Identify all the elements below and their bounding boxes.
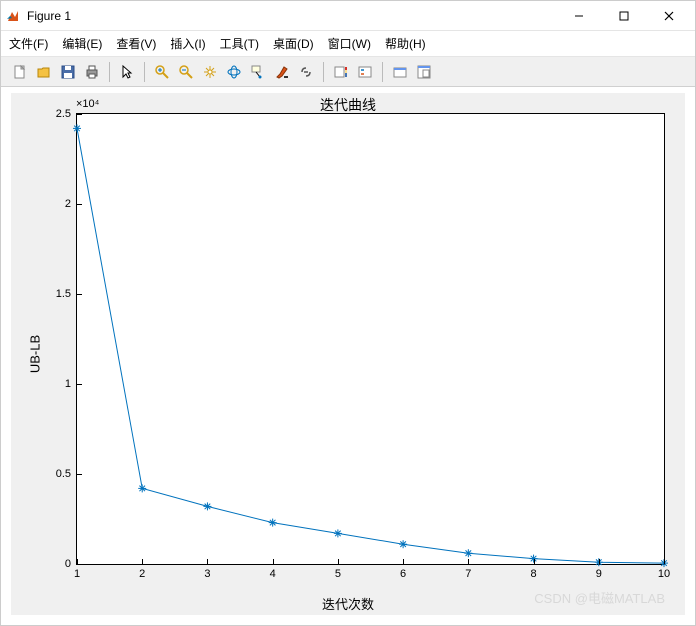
y-tick-label: 1 [65, 378, 71, 390]
x-tick-label: 10 [658, 568, 670, 580]
window-title: Figure 1 [27, 9, 556, 23]
line-plot [77, 114, 664, 564]
menu-bar: 文件(F) 编辑(E) 查看(V) 插入(I) 工具(T) 桌面(D) 窗口(W… [1, 31, 695, 57]
menu-view[interactable]: 查看(V) [116, 35, 156, 52]
menu-insert[interactable]: 插入(I) [170, 35, 205, 52]
pan-icon[interactable] [199, 61, 221, 83]
minimize-button[interactable] [556, 2, 601, 30]
close-button[interactable] [646, 2, 691, 30]
menu-window[interactable]: 窗口(W) [328, 35, 371, 52]
menu-file[interactable]: 文件(F) [9, 35, 48, 52]
menu-desktop[interactable]: 桌面(D) [273, 35, 314, 52]
y-tick-label: 2.5 [56, 108, 71, 120]
toolbar [1, 57, 695, 87]
y-tick-label: 1.5 [56, 288, 71, 300]
y-axis-label: UB-LB [28, 335, 43, 373]
zoom-out-icon[interactable] [175, 61, 197, 83]
pointer-icon[interactable] [116, 61, 138, 83]
y-exponent: ×10⁴ [76, 98, 99, 110]
new-file-icon[interactable] [9, 61, 31, 83]
figure-canvas: 迭代曲线 ×10⁴ UB-LB 迭代次数 00.511.522.51234567… [11, 93, 685, 615]
link-icon[interactable] [295, 61, 317, 83]
axes[interactable]: 00.511.522.512345678910 [76, 113, 665, 565]
open-file-icon[interactable] [33, 61, 55, 83]
watermark: CSDN @电磁MATLAB [534, 588, 665, 607]
maximize-button[interactable] [601, 2, 646, 30]
float-icon[interactable] [389, 61, 411, 83]
y-tick-label: 0.5 [56, 468, 71, 480]
chart-title: 迭代曲线 [11, 95, 685, 115]
rotate3d-icon[interactable] [223, 61, 245, 83]
matlab-logo-icon [5, 8, 21, 24]
x-tick-label: 4 [270, 568, 276, 580]
x-tick-label: 8 [530, 568, 536, 580]
x-tick-label: 5 [335, 568, 341, 580]
menu-help[interactable]: 帮助(H) [385, 35, 426, 52]
x-tick-label: 9 [596, 568, 602, 580]
x-tick-label: 2 [139, 568, 145, 580]
brush-icon[interactable] [271, 61, 293, 83]
x-tick-label: 3 [204, 568, 210, 580]
save-icon[interactable] [57, 61, 79, 83]
legend-icon[interactable] [354, 61, 376, 83]
dock-icon[interactable] [413, 61, 435, 83]
print-icon[interactable] [81, 61, 103, 83]
menu-tools[interactable]: 工具(T) [220, 35, 259, 52]
x-tick-label: 6 [400, 568, 406, 580]
zoom-in-icon[interactable] [151, 61, 173, 83]
x-tick-label: 7 [465, 568, 471, 580]
y-tick-label: 0 [65, 558, 71, 570]
y-tick-label: 2 [65, 198, 71, 210]
x-tick-label: 1 [74, 568, 80, 580]
menu-edit[interactable]: 编辑(E) [62, 35, 102, 52]
datatip-icon[interactable] [247, 61, 269, 83]
colorbar-icon[interactable] [330, 61, 352, 83]
